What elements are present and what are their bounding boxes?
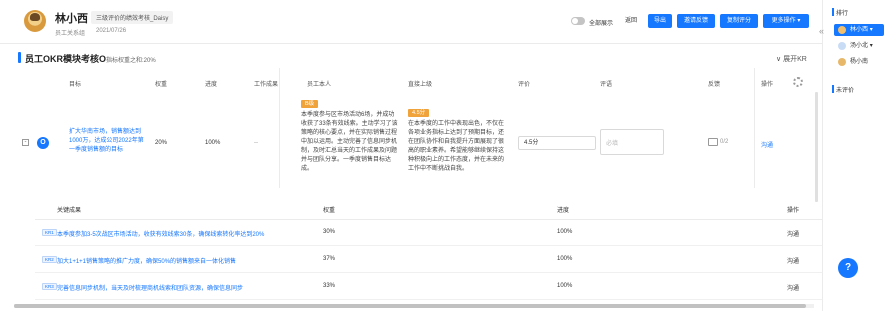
kr-weight: 33%: [323, 283, 336, 289]
kr-row: KR3 完善信息同步机制，当天及时梳理商机线索和团队资源，确保信息同步 33% …: [35, 274, 822, 300]
help-icon[interactable]: ?: [838, 258, 858, 278]
kr-header-progress: 进度: [557, 208, 570, 214]
employee-name: 林小西: [55, 13, 88, 25]
kr-row: KR1 本季度参加3-5次战区市场活动，收获有效线索30条，确保线索转化率达到2…: [35, 220, 822, 246]
kr-badge: KR3: [42, 283, 57, 290]
date-label: 2021/07/26: [96, 28, 127, 34]
invite-feedback-button[interactable]: 邀请反馈: [677, 14, 715, 28]
kr-weight: 37%: [323, 256, 336, 262]
kr-communicate-link[interactable]: 沟通: [787, 229, 799, 238]
leader-evaluation-text: 在本季度的工作中表现出色，不仅在各项业务指标上达到了预期目标，还在团队协作和自我…: [408, 121, 505, 172]
sidebar-item-employee[interactable]: 杨小南: [834, 56, 884, 68]
objective-text[interactable]: 扩大华南市场，销售额达到1000万，达成公司2022年第一季度销售额的目标: [69, 128, 147, 155]
kr-table-header: 关键成果 权重 进度 操作: [35, 196, 822, 220]
weight-sum-label: 指标权重之和:20%: [106, 58, 156, 64]
avatar: [838, 58, 846, 66]
message-icon[interactable]: [708, 138, 718, 146]
ranking-title: 排行: [831, 8, 848, 17]
collapse-sidebar-icon[interactable]: «: [819, 26, 824, 36]
header-weight: 权重: [155, 82, 168, 88]
page-header: 林小西 三级评价的绩效考核_Daisy 员工关系组 2021/07/26 全部展…: [0, 0, 822, 44]
sidebar-item-label: 杨小南: [850, 59, 869, 65]
key-results-table: 关键成果 权重 进度 操作 KR1 本季度参加3-5次战区市场活动，收获有效线索…: [35, 196, 822, 306]
sidebar-item-label: 林小西: [850, 27, 869, 33]
header-action: 操作: [761, 82, 774, 88]
comment-input[interactable]: 必填: [600, 129, 664, 155]
kr-progress: 100%: [557, 283, 573, 289]
kr-communicate-link[interactable]: 沟通: [787, 256, 799, 265]
collapse-toggle-icon[interactable]: -: [22, 139, 29, 146]
more-actions-label: 更多操作: [771, 18, 796, 24]
avatar: [838, 26, 846, 34]
header-feedback: 反馈: [708, 82, 721, 88]
table-header: 目标 权重 进度 工作成果 员工本人 直接上级 评价 评语 反馈 操作: [18, 76, 814, 90]
gear-icon[interactable]: [793, 77, 803, 87]
kr-text[interactable]: 完善信息同步机制，当天及时梳理商机线索和团队资源，确保信息同步: [57, 283, 243, 292]
feedback-count: 0/2: [720, 139, 729, 145]
export-button[interactable]: 导出: [648, 14, 672, 28]
avatar: [24, 10, 46, 32]
horizontal-scrollbar[interactable]: [14, 304, 806, 308]
header-objective: 目标: [69, 82, 82, 88]
objective-row: - O 扩大华南市场，销售额达到1000万，达成公司2022年第一季度销售额的目…: [18, 93, 794, 188]
section-accent-bar: [18, 52, 21, 63]
sidebar-item-label: 汤小北: [850, 43, 869, 49]
kr-badge: KR2: [42, 256, 57, 263]
chevron-down-icon: ▾: [869, 43, 873, 49]
back-button[interactable]: 返回: [621, 15, 641, 27]
kr-header-text: 关键成果: [57, 208, 82, 214]
kr-text[interactable]: 本季度参加3-5次战区市场活动，收获有效线索30条，确保线索转化率达到20%: [57, 229, 264, 238]
header-comment: 评语: [600, 82, 613, 88]
vertical-scrollbar[interactable]: [815, 92, 818, 202]
kr-progress: 100%: [557, 256, 573, 262]
sidebar-item-employee[interactable]: 汤小北 ▾: [834, 40, 884, 52]
performance-review-page: 林小西 三级评价的绩效考核_Daisy 员工关系组 2021/07/26 全部展…: [0, 0, 892, 311]
header-result: 工作成果: [254, 82, 279, 88]
kr-header-weight: 权重: [323, 208, 336, 214]
kr-row: KR2 加大1+1+1销售策略的推广力度，确保50%的销售额来自一体化销售 37…: [35, 247, 822, 273]
sidebar-item-employee[interactable]: 林小西 ▾: [834, 24, 884, 36]
chevron-down-icon: ▾: [869, 27, 873, 33]
header-score: 评价: [518, 82, 531, 88]
kr-badge: KR1: [42, 229, 57, 236]
kr-text[interactable]: 加大1+1+1销售策略的推广力度，确保50%的销售额来自一体化销售: [57, 256, 236, 265]
header-leader: 直接上级: [408, 82, 433, 88]
unrated-title: 未评价: [831, 85, 854, 94]
kr-progress: 100%: [557, 229, 573, 235]
main-panel: 林小西 三级评价的绩效考核_Daisy 员工关系组 2021/07/26 全部展…: [0, 0, 822, 311]
header-progress: 进度: [205, 82, 218, 88]
kr-header-action: 操作: [787, 208, 800, 214]
communicate-link[interactable]: 沟通: [761, 140, 773, 149]
department-label: 员工关系组: [55, 31, 86, 37]
objective-weight: 20%: [155, 140, 168, 146]
avatar: [838, 42, 846, 50]
copy-score-button[interactable]: 复制评分: [720, 14, 758, 28]
self-evaluation-text: 本季度参与区市场活动6场，并成功收获了33条有效线索。主动学习了该策略的核心要点…: [301, 112, 398, 172]
show-all-toggle[interactable]: [571, 17, 585, 25]
self-grade-badge: B级: [301, 100, 319, 108]
leader-score-badge: 4.5分: [408, 109, 430, 117]
expand-kr-label: 展开KR: [783, 56, 807, 63]
objective-result: --: [254, 140, 258, 146]
kr-communicate-link[interactable]: 沟通: [787, 283, 799, 292]
expand-kr-button[interactable]: ∨ 展开KR: [776, 54, 807, 64]
chevron-down-icon: ▾: [797, 18, 801, 24]
kr-weight: 30%: [323, 229, 336, 235]
objective-badge: O: [37, 137, 49, 149]
header-self: 员工本人: [307, 82, 332, 88]
section-title: 员工OKR模块考核O: [25, 54, 107, 64]
show-all-label: 全部展示: [589, 21, 614, 27]
more-actions-button[interactable]: 更多操作 ▾: [763, 14, 809, 28]
review-cycle-tag: 三级评价的绩效考核_Daisy: [91, 11, 174, 24]
objective-progress: 100%: [205, 140, 221, 146]
score-input[interactable]: 4.5分: [518, 136, 596, 150]
